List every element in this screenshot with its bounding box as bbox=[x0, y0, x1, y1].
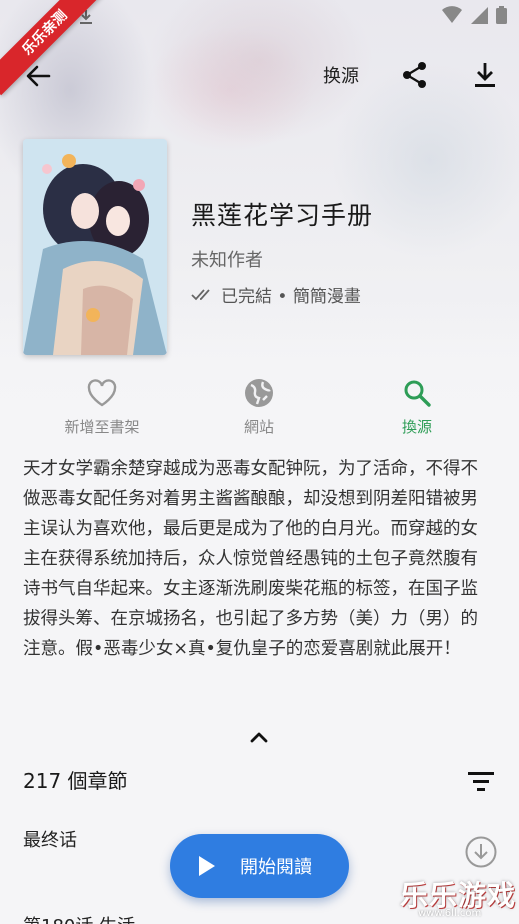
website-label: 網站 bbox=[243, 418, 274, 436]
chapter-filter-button[interactable] bbox=[466, 768, 496, 796]
book-cover[interactable] bbox=[23, 139, 167, 355]
action-row: 新增至書架 網站 換源 bbox=[0, 374, 519, 440]
play-icon bbox=[199, 856, 215, 876]
wifi-icon bbox=[442, 6, 462, 23]
add-to-bookshelf-button[interactable]: 新增至書架 bbox=[42, 374, 162, 437]
chapter-item[interactable]: 最终话 bbox=[23, 826, 77, 852]
website-button[interactable]: 網站 bbox=[199, 374, 319, 437]
download-button[interactable] bbox=[470, 60, 500, 90]
filter-list-icon bbox=[468, 772, 494, 791]
chapter-item[interactable]: 第180话 生活 bbox=[23, 912, 135, 924]
collapse-description-button[interactable] bbox=[246, 724, 272, 750]
status-bar bbox=[442, 6, 507, 24]
download-circle-icon bbox=[465, 836, 497, 868]
double-check-icon bbox=[191, 288, 210, 300]
share-button[interactable] bbox=[400, 60, 430, 90]
signal-icon bbox=[471, 7, 488, 24]
book-title: 黑莲花学习手册 bbox=[191, 201, 374, 230]
book-status-text: 已完結 • 簡簡漫畫 bbox=[221, 287, 361, 307]
book-description: 天才女学霸余楚穿越成为恶毒女配钟阮，为了活命，不得不做恶毒女配任务对着男主酱酱酿… bbox=[23, 459, 478, 659]
watermark-url: www.6ll.com bbox=[418, 908, 482, 919]
heart-outline-icon bbox=[87, 379, 117, 407]
add-to-bookshelf-label: 新增至書架 bbox=[64, 418, 140, 436]
book-author: 未知作者 bbox=[191, 250, 263, 271]
start-reading-label: 開始閱讀 bbox=[240, 857, 312, 878]
download-icon bbox=[475, 63, 495, 87]
top-app-bar: 换源 bbox=[0, 48, 519, 104]
chapter-download-button[interactable] bbox=[464, 835, 498, 869]
start-reading-button[interactable]: 開始閱讀 bbox=[170, 834, 349, 898]
battery-icon bbox=[496, 6, 507, 24]
change-source-button[interactable]: 換源 bbox=[357, 374, 477, 437]
search-icon bbox=[404, 380, 431, 407]
site-watermark: 乐乐游戏 www.6ll.com bbox=[400, 874, 519, 924]
share-icon bbox=[403, 62, 426, 88]
chapter-count: 217 個章節 bbox=[23, 769, 128, 793]
change-source-label: 換源 bbox=[401, 418, 432, 436]
book-info: 黑莲花学习手册 未知作者 已完結 • 簡簡漫畫 bbox=[191, 196, 373, 307]
globe-icon bbox=[245, 379, 273, 407]
switch-source-button[interactable]: 换源 bbox=[323, 62, 359, 88]
book-status: 已完結 • 簡簡漫畫 bbox=[191, 282, 373, 307]
chevron-up-icon bbox=[250, 732, 268, 743]
